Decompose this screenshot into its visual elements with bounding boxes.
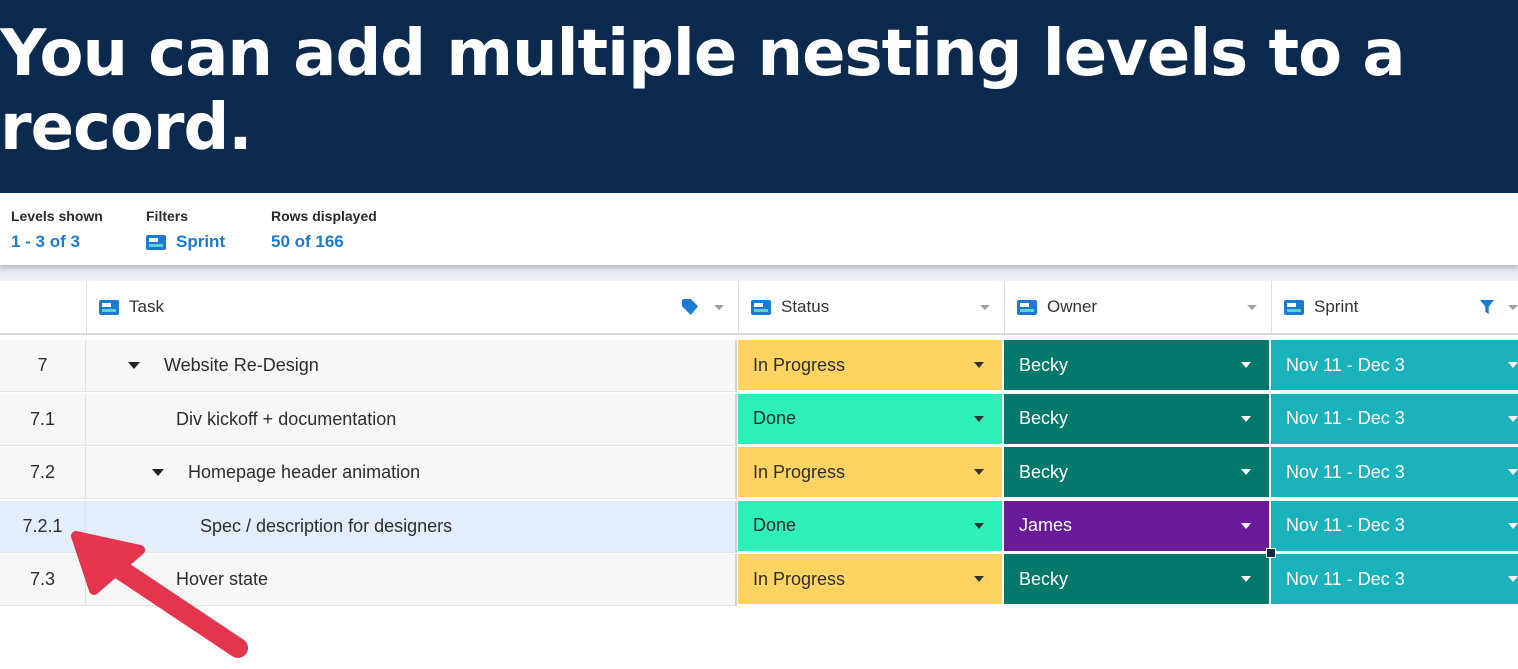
- chevron-down-icon[interactable]: [1508, 304, 1518, 310]
- row-number[interactable]: 7: [0, 340, 86, 392]
- sprint-value: Nov 11 - Dec 3: [1286, 568, 1405, 589]
- chevron-down-icon[interactable]: [714, 304, 724, 310]
- levels-shown-control[interactable]: Levels shown 1 - 3 of 3: [11, 208, 103, 252]
- filters-value[interactable]: Sprint: [146, 232, 225, 252]
- owner-value: Becky: [1019, 568, 1069, 589]
- pointer-arrow-icon: [71, 531, 248, 658]
- banner-title: You can add multiple nesting levels to a…: [0, 16, 1406, 165]
- column-icon: [146, 234, 166, 250]
- owner-value: James: [1019, 515, 1073, 535]
- column-icon: [751, 299, 771, 315]
- chevron-down-icon[interactable]: [1247, 304, 1257, 310]
- table-row[interactable]: 7.2 Homepage header animation In Progress B…: [0, 447, 1518, 499]
- filters-control[interactable]: Filters Sprint: [146, 208, 225, 252]
- sprint-value: Nov 11 - Dec 3: [1286, 354, 1405, 375]
- status-value: In Progress: [753, 354, 846, 375]
- status-dropdown[interactable]: In Progress: [738, 447, 1004, 499]
- chevron-down-icon[interactable]: [1508, 522, 1518, 529]
- task-name: Homepage header animation: [188, 462, 421, 482]
- grid-header: Task Status Owner Sprint: [0, 281, 1518, 335]
- task-cell[interactable]: Div kickoff + documentation: [86, 393, 737, 446]
- row-number[interactable]: 7.1: [0, 393, 86, 446]
- column-icon: [99, 299, 119, 315]
- task-cell[interactable]: Homepage header animation: [86, 447, 737, 499]
- status-value: Done: [753, 408, 797, 428]
- chevron-down-icon[interactable]: [974, 522, 984, 529]
- chevron-down-icon[interactable]: [1508, 415, 1518, 422]
- rows-displayed-value[interactable]: 50 of 166: [271, 232, 377, 252]
- column-header-status-label: Status: [781, 297, 830, 316]
- status-dropdown[interactable]: In Progress: [738, 340, 1004, 392]
- row-number-header: [0, 281, 86, 333]
- owner-dropdown[interactable]: Becky: [1004, 393, 1271, 446]
- column-header-task-label: Task: [129, 297, 164, 316]
- chevron-down-icon[interactable]: [1241, 362, 1251, 368]
- sprint-value: Nov 11 - Dec 3: [1286, 515, 1405, 535]
- column-icon: [1284, 299, 1304, 315]
- column-header-sprint-label: Sprint: [1314, 297, 1359, 316]
- sprint-value: Nov 11 - Dec 3: [1286, 408, 1405, 428]
- chevron-down-icon[interactable]: [974, 576, 984, 582]
- filters-label: Filters: [146, 208, 189, 224]
- toolbar-divider: [0, 265, 1518, 281]
- column-icon: [1017, 299, 1037, 315]
- selection-handle[interactable]: [1266, 548, 1276, 558]
- sprint-dropdown[interactable]: Nov 11 - Dec 3: [1271, 393, 1518, 446]
- sprint-value: Nov 11 - Dec 3: [1286, 461, 1405, 482]
- chevron-down-icon[interactable]: [974, 469, 984, 475]
- chevron-down-icon[interactable]: [1241, 415, 1251, 422]
- title-banner: You can add multiple nesting levels to a…: [0, 0, 1518, 193]
- chevron-down-icon[interactable]: [1508, 576, 1518, 582]
- status-dropdown[interactable]: In Progress: [738, 554, 1004, 606]
- tag-icon[interactable]: [682, 299, 698, 315]
- chevron-down-icon[interactable]: [974, 362, 984, 368]
- column-header-status[interactable]: Status: [738, 281, 1004, 333]
- sprint-dropdown[interactable]: Nov 11 - Dec 3: [1271, 500, 1518, 553]
- status-value: In Progress: [753, 568, 846, 589]
- column-header-task[interactable]: Task: [86, 281, 738, 333]
- collapse-arrow-icon[interactable]: [152, 469, 164, 476]
- column-header-sprint[interactable]: Sprint: [1271, 281, 1518, 333]
- owner-value: Becky: [1019, 408, 1069, 428]
- status-value: In Progress: [753, 461, 846, 482]
- rows-displayed-label: Rows displayed: [271, 208, 377, 224]
- row-number[interactable]: 7.2: [0, 447, 86, 499]
- task-name: Div kickoff + documentation: [176, 408, 397, 429]
- status-dropdown[interactable]: Done: [738, 393, 1004, 446]
- owner-dropdown[interactable]: Becky: [1004, 447, 1271, 499]
- rows-displayed-control[interactable]: Rows displayed 50 of 166: [271, 208, 377, 252]
- sprint-dropdown[interactable]: Nov 11 - Dec 3: [1271, 447, 1518, 499]
- chevron-down-icon[interactable]: [1241, 576, 1251, 582]
- grid-toolbar: Levels shown 1 - 3 of 3 Filters Sprint R…: [0, 193, 1518, 265]
- chevron-down-icon[interactable]: [1241, 469, 1251, 475]
- table-row[interactable]: 7.1 Div kickoff + documentation Done Becky N…: [0, 393, 1518, 446]
- status-dropdown[interactable]: Done: [738, 500, 1004, 553]
- sprint-dropdown[interactable]: Nov 11 - Dec 3: [1271, 340, 1518, 392]
- filter-icon[interactable]: [1480, 300, 1494, 314]
- column-header-owner-label: Owner: [1047, 297, 1098, 316]
- owner-dropdown[interactable]: Becky: [1004, 340, 1271, 392]
- filter-sprint-label: Sprint: [176, 232, 226, 251]
- owner-value: Becky: [1019, 461, 1069, 482]
- table-row[interactable]: 7 Website Re-Design In Progress Becky Nov 11…: [0, 340, 1518, 392]
- status-value: Done: [753, 515, 797, 535]
- chevron-down-icon[interactable]: [980, 304, 990, 310]
- levels-shown-value[interactable]: 1 - 3 of 3: [11, 232, 103, 252]
- collapse-arrow-icon[interactable]: [128, 362, 140, 369]
- sprint-dropdown[interactable]: Nov 11 - Dec 3: [1271, 554, 1518, 606]
- task-name: Website Re-Design: [164, 355, 319, 375]
- column-header-owner[interactable]: Owner: [1004, 281, 1271, 333]
- chevron-down-icon[interactable]: [1508, 362, 1518, 368]
- task-cell[interactable]: Website Re-Design: [86, 340, 737, 392]
- levels-shown-label: Levels shown: [11, 208, 103, 224]
- chevron-down-icon[interactable]: [1241, 522, 1251, 529]
- owner-dropdown[interactable]: James: [1004, 500, 1271, 553]
- owner-value: Becky: [1019, 354, 1069, 375]
- owner-dropdown[interactable]: Becky: [1004, 554, 1271, 606]
- chevron-down-icon[interactable]: [974, 415, 984, 422]
- chevron-down-icon[interactable]: [1508, 469, 1518, 475]
